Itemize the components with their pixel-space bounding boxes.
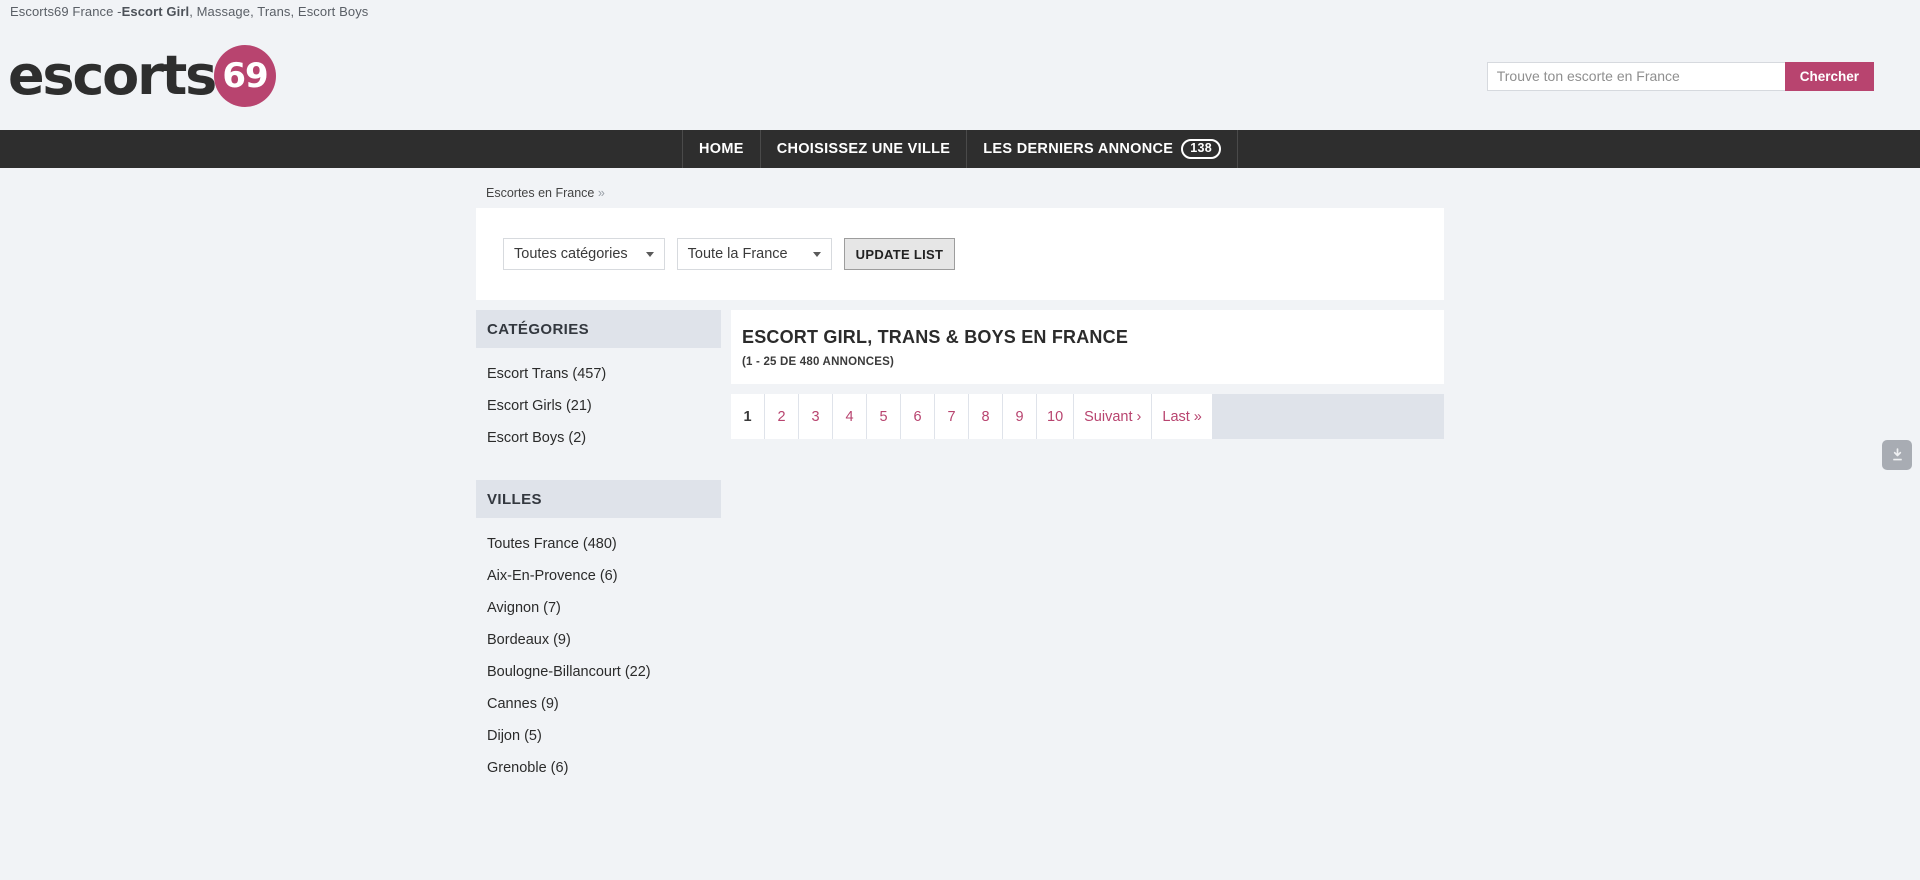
logo-badge-69: 69 [214,45,277,107]
pagination-next[interactable]: Suivant › [1074,394,1153,439]
category-select[interactable]: Toutes catégories [503,238,665,270]
pagination-bar: 1 2 3 4 5 6 7 8 9 10 Suivant › Last » [731,394,1444,439]
sidebar-item-boulogne-billancourt[interactable]: Boulogne-Billancourt (22) [476,656,721,688]
sidebar-item-cannes[interactable]: Cannes (9) [476,688,721,720]
download-widget-button[interactable] [1882,440,1912,470]
listing-header-card: ESCORT GIRL, TRANS & BOYS EN FRANCE (1 -… [731,310,1444,384]
chevron-down-icon [812,251,821,257]
nav-item-label: HOME [698,141,744,157]
results-count: (1 - 25 DE 480 ANNONCES) [742,356,894,368]
main-navigation: HOME CHOISISSEZ UNE VILLE LES DERNIERS A… [0,130,1920,168]
pagination-page-4[interactable]: 4 [833,394,867,439]
logo-wordmark: escorts [8,44,217,107]
page-body: Escortes en France » Toutes catégories T… [0,168,1920,788]
region-select-value: Toute la France [687,246,788,262]
villes-panel: VILLES Toutes France (480) Aix-En-Proven… [476,480,721,788]
filter-panel: Toutes catégories Toute la France UPDATE… [476,208,1444,300]
sidebar-item-bordeaux[interactable]: Bordeaux (9) [476,624,721,656]
chevron-down-icon [645,251,654,257]
breadcrumb-item-escortes-en-france[interactable]: Escortes en France [486,186,594,200]
sidebar-item-aix-en-provence[interactable]: Aix-En-Provence (6) [476,560,721,592]
pagination-page-5[interactable]: 5 [867,394,901,439]
update-list-button[interactable]: UPDATE LIST [843,238,956,270]
site-header: escorts 69 Chercher [0,22,1920,130]
sidebar-item-toutes-france[interactable]: Toutes France (480) [476,528,721,560]
nav-item-home[interactable]: HOME [681,130,761,168]
content-container: Escortes en France » Toutes catégories T… [476,178,1444,788]
sidebar-item-escort-trans[interactable]: Escort Trans (457) [476,358,721,390]
search-input[interactable] [1486,61,1785,91]
pagination-last[interactable]: Last » [1152,394,1213,439]
breadcrumb-chevron-icon: » [597,186,605,200]
browser-title-bar: Escorts69 France - Escort Girl, Massage,… [0,0,1920,22]
pagination-page-3[interactable]: 3 [799,394,833,439]
sidebar: CATÉGORIES Escort Trans (457) Escort Gir… [476,310,721,788]
categories-panel-heading: CATÉGORIES [476,310,721,348]
categories-panel: CATÉGORIES Escort Trans (457) Escort Gir… [476,310,721,458]
columns-layout: CATÉGORIES Escort Trans (457) Escort Gir… [476,310,1444,788]
sidebar-item-grenoble[interactable]: Grenoble (6) [476,752,721,784]
page-title: ESCORT GIRL, TRANS & BOYS EN FRANCE [742,327,1129,347]
main-content: ESCORT GIRL, TRANS & BOYS EN FRANCE (1 -… [731,310,1444,439]
category-select-value: Toutes catégories [514,246,628,262]
villes-list: Toutes France (480) Aix-En-Provence (6) … [476,518,721,788]
sidebar-item-avignon[interactable]: Avignon (7) [476,592,721,624]
categories-list: Escort Trans (457) Escort Girls (21) Esc… [476,348,721,458]
download-icon [1892,447,1902,460]
pagination: 1 2 3 4 5 6 7 8 9 10 Suivant › Last » [731,394,1213,439]
site-logo[interactable]: escorts 69 [8,44,277,107]
pagination-page-1[interactable]: 1 [731,394,765,439]
sidebar-item-dijon[interactable]: Dijon (5) [476,720,721,752]
search-submit-button[interactable]: Chercher [1784,61,1874,91]
nav-item-choisissez-une-ville[interactable]: CHOISISSEZ UNE VILLE [761,130,968,168]
nav-item-les-derniers-annonce[interactable]: LES DERNIERS ANNONCE 138 [967,130,1238,168]
pagination-page-7[interactable]: 7 [935,394,969,439]
nav-item-label: LES DERNIERS ANNONCE [983,141,1174,157]
browser-title-prefix: Escorts69 France - [10,3,122,19]
pagination-page-8[interactable]: 8 [969,394,1003,439]
pagination-page-6[interactable]: 6 [901,394,935,439]
header-search-group: Chercher [1486,61,1874,91]
browser-title-suffix: , Massage, Trans, Escort Boys [189,3,369,19]
nav-items-container: HOME CHOISISSEZ UNE VILLE LES DERNIERS A… [681,130,1238,168]
villes-panel-heading: VILLES [476,480,721,518]
pagination-page-2[interactable]: 2 [765,394,799,439]
sidebar-item-escort-girls[interactable]: Escort Girls (21) [476,390,721,422]
pagination-page-9[interactable]: 9 [1003,394,1037,439]
nav-item-label: CHOISISSEZ UNE VILLE [776,141,951,157]
browser-title-bold: Escort Girl [121,3,190,19]
nav-badge-count: 138 [1181,138,1221,160]
sidebar-item-escort-boys[interactable]: Escort Boys (2) [476,422,721,454]
pagination-page-10[interactable]: 10 [1037,394,1075,439]
breadcrumb: Escortes en France » [476,178,1444,208]
region-select[interactable]: Toute la France [676,238,832,270]
